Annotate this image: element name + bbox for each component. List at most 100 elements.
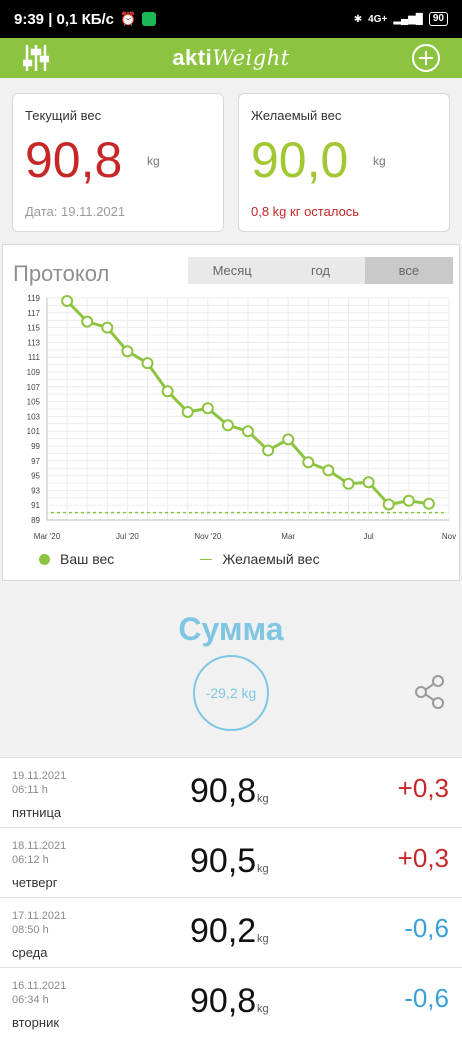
data-point (141, 357, 154, 370)
data-point (402, 494, 415, 507)
y-tick-label: 111 (28, 353, 41, 362)
entry-weight: 90,5 (190, 842, 257, 880)
x-tick-label: Nov '20 (194, 532, 221, 541)
add-entry-button[interactable] (410, 42, 442, 74)
tab-month[interactable]: Месяц (188, 257, 276, 284)
entry-day: пятница (12, 805, 62, 820)
data-point (81, 315, 94, 328)
y-tick-label: 105 (27, 398, 41, 407)
alarm-icon: ⏰ (120, 11, 137, 26)
data-point (382, 498, 395, 511)
target-weight-card[interactable]: Желаемый вес 90,0 kg 0,8 kg кг осталось (238, 93, 450, 232)
app-bar: aktiWeight (0, 38, 462, 78)
list-item[interactable]: 18.11.2021 06:12 h четверг 90,5 kg +0,3 (0, 827, 462, 897)
entries-list: 19.11.2021 06:11 h пятница 90,8 kg +0,3 1… (0, 757, 462, 1037)
chart-legend: Ваш вес Желаемый вес (39, 551, 439, 567)
data-point (121, 345, 134, 358)
y-tick-label: 93 (31, 486, 40, 495)
entry-unit: kg (257, 863, 269, 875)
current-weight-date: Дата: 19.11.2021 (25, 204, 126, 219)
x-tick-label: Nov (442, 532, 456, 541)
share-icon[interactable] (413, 674, 449, 715)
entry-day: среда (12, 945, 48, 960)
x-tick-label: Mar (281, 532, 295, 541)
data-point (101, 321, 114, 334)
data-point (262, 444, 275, 457)
y-tick-label: 119 (27, 294, 40, 303)
app-logo: aktiWeight (172, 45, 290, 70)
entry-unit: kg (257, 793, 269, 805)
y-tick-label: 113 (27, 338, 40, 347)
status-bar: 9:39 | 0,1 КБ/с ⏰ ✱ 4G+ ▂▄▆█ 90 (0, 0, 462, 38)
tab-year[interactable]: год (276, 257, 364, 284)
legend-dot-icon (39, 553, 50, 565)
status-time: 9:39 | 0,1 КБ/с (14, 10, 115, 28)
data-point (181, 405, 194, 418)
entry-date: 16.11.2021 06:34 h (12, 980, 67, 1006)
current-weight-value: 90,8 (25, 132, 123, 188)
entry-date: 19.11.2021 06:11 h (12, 770, 67, 796)
legend-dash-icon (200, 558, 213, 560)
entry-weight: 90,8 (190, 772, 257, 810)
data-point (302, 456, 315, 469)
entry-delta: +0,3 (397, 843, 449, 873)
y-tick-label: 115 (27, 324, 40, 333)
entry-delta: -0,6 (404, 983, 449, 1013)
y-tick-label: 109 (27, 368, 41, 377)
entry-delta: +0,3 (397, 773, 449, 803)
current-weight-unit: kg (147, 154, 160, 168)
data-point (362, 476, 375, 489)
list-item[interactable]: 17.11.2021 08:50 h среда 90,2 kg -0,6 (0, 897, 462, 967)
period-selector: Месяц год все (188, 257, 453, 284)
current-weight-card[interactable]: Текущий вес 90,8 kg Дата: 19.11.2021 (12, 93, 224, 232)
y-tick-label: 103 (27, 412, 41, 421)
data-point (242, 425, 254, 438)
summary-total: -29,2 kg (193, 655, 269, 731)
bluetooth-icon: ✱ (353, 13, 363, 25)
legend-target-weight: Желаемый вес (222, 551, 320, 567)
target-weight-value: 90,0 (251, 132, 349, 188)
data-point (342, 477, 355, 490)
x-tick-label: Jul (363, 532, 373, 541)
legend-your-weight: Ваш вес (60, 551, 115, 567)
data-point (161, 385, 174, 398)
entry-weight: 90,2 (190, 912, 257, 950)
target-weight-unit: kg (373, 154, 386, 168)
data-point (282, 433, 295, 446)
entry-unit: kg (257, 933, 269, 945)
data-point (322, 464, 335, 477)
entry-date: 17.11.2021 08:50 h (12, 910, 67, 936)
y-tick-label: 97 (31, 457, 40, 466)
y-tick-label: 117 (27, 309, 40, 318)
tab-all[interactable]: все (364, 257, 453, 284)
signal-icon: ▂▄▆█ (393, 13, 423, 25)
x-tick-label: Jul '20 (116, 532, 139, 541)
entry-weight: 90,8 (190, 982, 257, 1020)
battery-indicator: 90 (428, 12, 448, 26)
list-item[interactable]: 16.11.2021 06:34 h вторник 90,8 kg -0,6 (0, 967, 462, 1037)
y-tick-label: 99 (31, 442, 40, 451)
y-tick-label: 107 (27, 383, 41, 392)
protocol-title: Протокол (13, 261, 110, 286)
network-label: 4G+ (368, 13, 388, 25)
data-point (201, 402, 214, 415)
current-weight-label: Текущий вес (25, 108, 102, 123)
data-point (422, 497, 435, 510)
call-icon (142, 12, 157, 26)
entry-date: 18.11.2021 06:12 h (12, 840, 67, 866)
y-tick-label: 91 (31, 501, 40, 510)
y-tick-label: 95 (31, 472, 40, 481)
target-remaining: 0,8 kg кг осталось (251, 204, 360, 219)
x-tick-label: Mar '20 (34, 532, 61, 541)
y-tick-label: 89 (31, 516, 40, 525)
data-point (221, 419, 234, 432)
plus-circle-icon (411, 44, 440, 72)
list-item[interactable]: 19.11.2021 06:11 h пятница 90,8 kg +0,3 (0, 757, 462, 827)
entry-day: четверг (12, 875, 58, 890)
summary-title: Сумма (178, 611, 284, 647)
settings-sliders-icon[interactable] (20, 42, 52, 74)
entry-delta: -0,6 (404, 913, 449, 943)
y-tick-label: 101 (27, 427, 41, 436)
protocol-panel: Протокол Месяц год все 89 91 93 95 97 99 101 10… (2, 244, 460, 581)
target-weight-label: Желаемый вес (251, 108, 342, 123)
